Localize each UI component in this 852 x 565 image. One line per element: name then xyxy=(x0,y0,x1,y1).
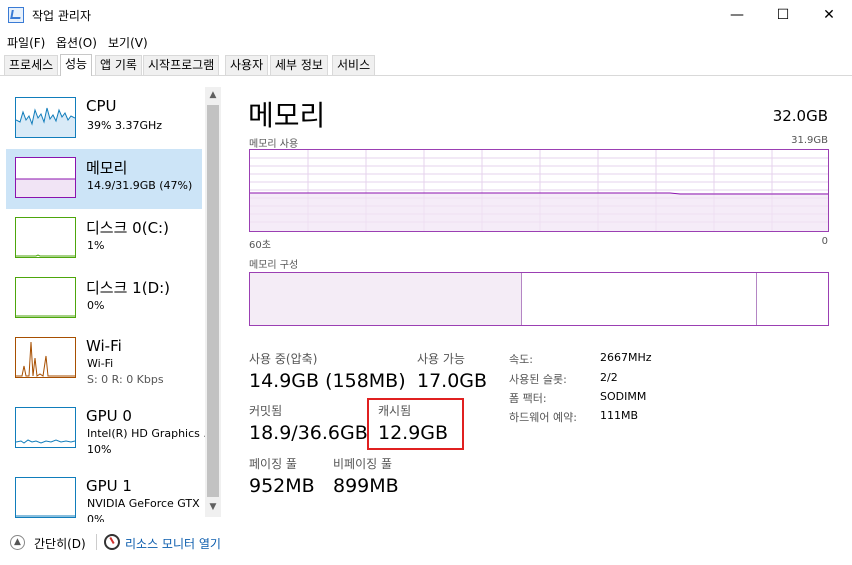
disk-1-thumbnail-graph xyxy=(15,277,76,318)
maximize-button[interactable]: ☐ xyxy=(760,0,806,30)
scroll-thumb[interactable] xyxy=(207,105,219,497)
sidebar-disk-0-usage: 1% xyxy=(87,239,105,252)
sidebar-gpu-1-model: NVIDIA GeForce GTX xyxy=(87,497,200,510)
tab-bar: 프로세스 성능 앱 기록 시작프로그램 사용자 세부 정보 서비스 xyxy=(0,54,852,76)
tab-processes[interactable]: 프로세스 xyxy=(4,55,59,75)
paged-pool-value: 952MB xyxy=(249,475,315,497)
gpu-0-thumbnail-graph xyxy=(15,407,76,448)
sidebar-cpu-name: CPU xyxy=(86,97,117,115)
sidebar-gpu-1-usage: 0% xyxy=(87,513,105,522)
committed-label: 커밋됨 xyxy=(249,404,283,418)
resource-monitor-icon[interactable] xyxy=(104,534,120,550)
available-label: 사용 가능 xyxy=(417,352,465,366)
memory-total: 32.0GB xyxy=(772,107,828,125)
nonpaged-pool-value: 899MB xyxy=(333,475,399,497)
sidebar-gpu-1-name: GPU 1 xyxy=(86,477,132,495)
title-bar: 작업 관리자 — ☐ ✕ xyxy=(0,0,852,30)
sidebar-item-gpu-0[interactable]: GPU 0 Intel(R) HD Graphics . 10% xyxy=(6,399,207,459)
sidebar-item-cpu[interactable]: CPU 39% 3.37GHz xyxy=(6,89,202,149)
sidebar-gpu-0-model: Intel(R) HD Graphics . xyxy=(87,427,207,440)
cpu-thumbnail-graph xyxy=(15,97,76,138)
composition-separator xyxy=(756,273,757,325)
scroll-down-arrow-icon[interactable]: ▼ xyxy=(205,499,221,515)
memory-thumbnail-graph xyxy=(15,157,76,198)
sidebar-wifi-adapter: Wi-Fi xyxy=(87,357,114,370)
sidebar-item-memory[interactable]: 메모리 14.9/31.9GB (47%) xyxy=(6,149,202,209)
sidebar-scrollbar[interactable]: ▲ ▼ xyxy=(205,87,221,517)
speed-label: 속도: xyxy=(509,353,533,366)
graph-time-start: 60초 xyxy=(249,240,271,251)
tab-startup[interactable]: 시작프로그램 xyxy=(143,55,220,75)
slots-label: 사용된 슬롯: xyxy=(509,373,567,386)
scroll-up-arrow-icon[interactable]: ▲ xyxy=(205,87,221,103)
tab-details[interactable]: 세부 정보 xyxy=(270,55,328,75)
sidebar-disk-1-usage: 0% xyxy=(87,299,105,312)
sidebar-gpu-0-name: GPU 0 xyxy=(86,407,132,425)
footer-bar: ▲ 간단히(D) 리소스 모니터 열기 xyxy=(0,529,852,555)
tab-app-history[interactable]: 앱 기록 xyxy=(95,55,142,75)
cached-highlight-box xyxy=(367,398,464,450)
page-title: 메모리 xyxy=(248,99,326,132)
open-resource-monitor-link[interactable]: 리소스 모니터 열기 xyxy=(125,535,221,552)
hardware-reserved-value: 111MB xyxy=(600,409,639,422)
menu-view[interactable]: 보기(V) xyxy=(108,34,148,51)
in-use-label: 사용 중(압축) xyxy=(249,352,318,366)
minimize-button[interactable]: — xyxy=(714,0,760,30)
sidebar-wifi-throughput: S: 0 R: 0 Kbps xyxy=(87,373,164,386)
fewer-details-link[interactable]: 간단히(D) xyxy=(34,535,86,552)
paged-pool-label: 페이징 풀 xyxy=(249,457,297,471)
sidebar-item-disk-1[interactable]: 디스크 1(D:) 0% xyxy=(6,269,202,329)
slots-value: 2/2 xyxy=(600,371,618,384)
nonpaged-pool-label: 비페이징 풀 xyxy=(333,457,393,471)
sidebar-wifi-name: Wi-Fi xyxy=(86,337,122,355)
gpu-1-thumbnail-graph xyxy=(15,477,76,518)
memory-usage-graph xyxy=(249,149,829,232)
sidebar-disk-1-name: 디스크 1(D:) xyxy=(86,279,171,297)
tab-users[interactable]: 사용자 xyxy=(225,55,269,75)
speed-value: 2667MHz xyxy=(600,351,652,364)
tab-services[interactable]: 서비스 xyxy=(332,55,376,75)
disk-0-thumbnail-graph xyxy=(15,217,76,258)
sidebar-gpu-0-usage: 10% xyxy=(87,443,112,456)
close-button[interactable]: ✕ xyxy=(806,0,852,30)
in-use-value: 14.9GB (158MB) xyxy=(249,370,406,392)
tab-performance[interactable]: 성능 xyxy=(60,54,93,76)
sidebar-memory-name: 메모리 xyxy=(86,159,128,177)
memory-composition-label: 메모리 구성 xyxy=(249,260,299,271)
menu-options[interactable]: 옵션(O) xyxy=(56,34,97,51)
available-value: 17.0GB xyxy=(417,370,488,392)
composition-in-use xyxy=(250,273,522,325)
memory-usage-label: 메모리 사용 xyxy=(249,139,299,150)
form-factor-label: 폼 팩터: xyxy=(509,392,547,405)
task-manager-icon xyxy=(8,7,24,23)
sidebar-disk-0-name: 디스크 0(C:) xyxy=(86,219,169,237)
graph-time-end: 0 xyxy=(821,236,828,247)
hardware-reserved-label: 하드웨어 예약: xyxy=(509,411,577,424)
resource-sidebar: CPU 39% 3.37GHz 메모리 14.9/31.9GB (47%) 디스… xyxy=(0,77,222,522)
sidebar-item-disk-0[interactable]: 디스크 0(C:) 1% xyxy=(6,209,202,269)
committed-value: 18.9/36.6GB xyxy=(249,422,368,444)
menu-file[interactable]: 파일(F) xyxy=(7,34,45,51)
chevron-up-icon[interactable]: ▲ xyxy=(10,535,25,550)
sidebar-item-gpu-1[interactable]: GPU 1 NVIDIA GeForce GTX 0% xyxy=(6,469,202,522)
footer-divider xyxy=(96,534,97,550)
memory-composition-bar xyxy=(249,272,829,326)
memory-usage-max: 31.9GB xyxy=(791,135,828,146)
form-factor-value: SODIMM xyxy=(600,390,647,403)
sidebar-item-wifi[interactable]: Wi-Fi Wi-Fi S: 0 R: 0 Kbps xyxy=(6,329,202,389)
wifi-thumbnail-graph xyxy=(15,337,76,378)
sidebar-cpu-usage: 39% 3.37GHz xyxy=(87,119,163,132)
sidebar-memory-usage: 14.9/31.9GB (47%) xyxy=(87,179,193,192)
window-title: 작업 관리자 xyxy=(32,9,92,23)
